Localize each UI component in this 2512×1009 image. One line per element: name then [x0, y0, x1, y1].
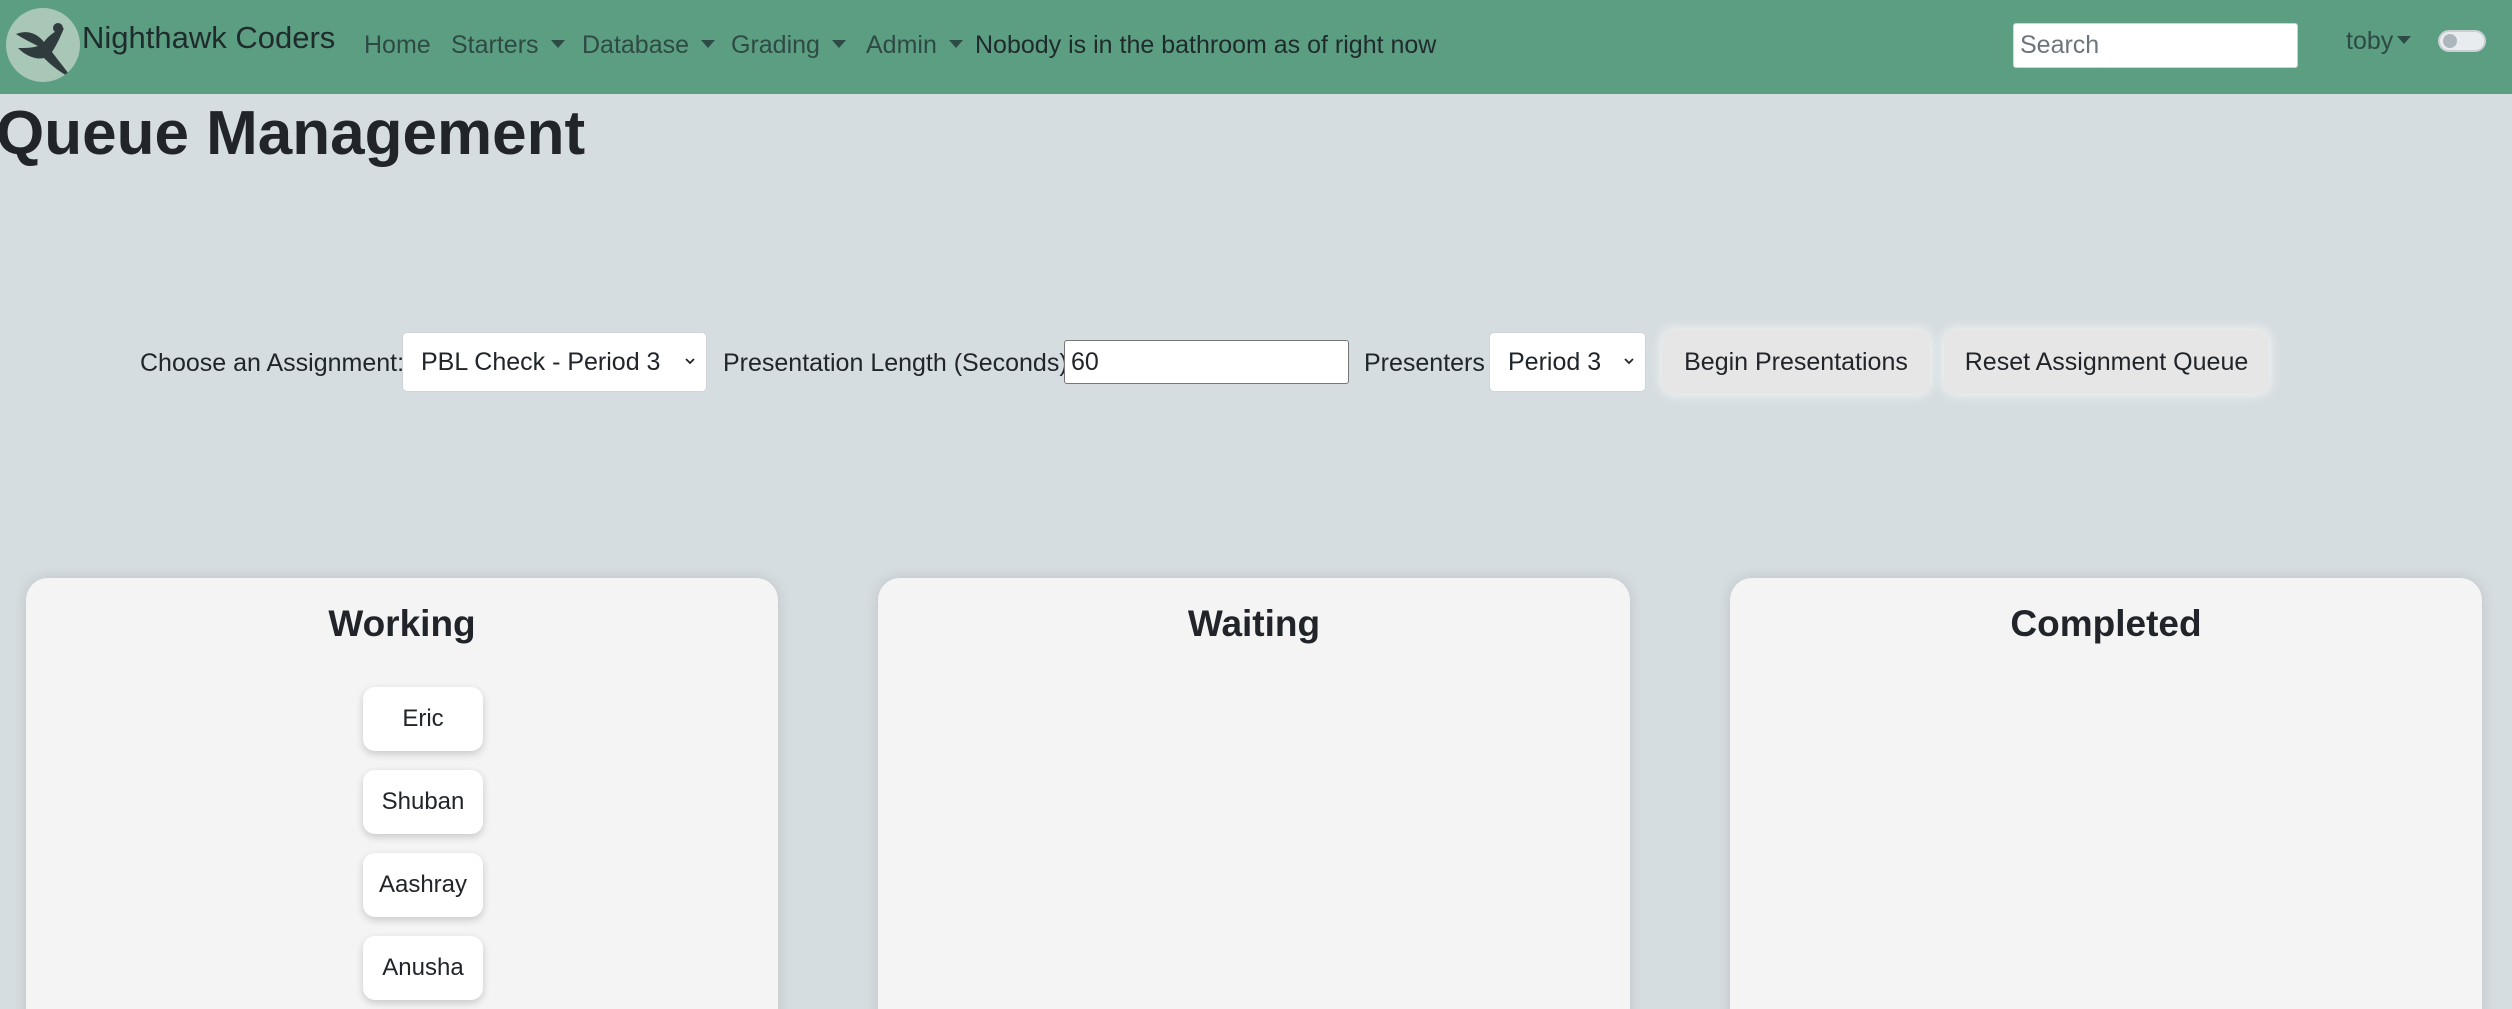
chevron-down-icon — [1624, 358, 1634, 365]
nav-database-dropdown[interactable]: Database — [582, 31, 716, 60]
waiting-column-title: Waiting — [1187, 603, 1321, 644]
presenters-selected-value: Period 3 — [1508, 348, 1602, 376]
page-title: Queue Management — [0, 99, 586, 168]
presentation-length-label: Presentation Length (Seconds): — [723, 349, 1075, 377]
waiting-column: Waiting — [878, 578, 1630, 1009]
bathroom-status: Nobody is in the bathroom as of right no… — [975, 31, 1437, 59]
reset-queue-button[interactable]: Reset Assignment Queue — [1944, 330, 2269, 394]
user-dropdown[interactable]: toby — [2346, 27, 2412, 56]
presenters-select[interactable]: Period 3 — [1489, 332, 1646, 392]
nav-admin-dropdown[interactable]: Admin — [866, 31, 963, 60]
completed-column-title: Completed — [2010, 603, 2202, 644]
queue-card[interactable]: Aashray — [363, 853, 483, 917]
begin-presentations-button[interactable]: Begin Presentations — [1662, 330, 1930, 394]
working-column-title: Working — [328, 603, 476, 644]
nighthawk-logo-icon[interactable] — [6, 8, 80, 82]
search-input[interactable] — [2013, 23, 2298, 68]
completed-column: Completed — [1730, 578, 2482, 1009]
chevron-down-icon — [701, 40, 716, 49]
navbar: Nighthawk Coders Home Starters Database … — [0, 0, 2512, 94]
presenters-label: Presenters — [1364, 349, 1485, 377]
nav-starters-dropdown[interactable]: Starters — [451, 31, 565, 60]
brand-name[interactable]: Nighthawk Coders — [82, 20, 335, 56]
toggle-knob — [2443, 34, 2457, 48]
chevron-down-icon — [2397, 36, 2412, 45]
queue-card[interactable]: Eric — [363, 687, 483, 751]
nav-home[interactable]: Home — [364, 31, 431, 60]
chevron-down-icon — [685, 358, 695, 365]
chevron-down-icon — [550, 40, 565, 49]
working-column: Working Eric Shuban Aashray Anusha — [26, 578, 778, 1009]
assignment-select[interactable]: PBL Check - Period 3 — [402, 332, 707, 392]
chevron-down-icon — [948, 40, 963, 49]
queue-card[interactable]: Anusha — [363, 936, 483, 1000]
queue-card[interactable]: Shuban — [363, 770, 483, 834]
presentation-length-input[interactable] — [1064, 340, 1349, 384]
nav-grading-dropdown[interactable]: Grading — [731, 31, 846, 60]
assignment-selected-value: PBL Check - Period 3 — [421, 348, 661, 376]
theme-toggle[interactable] — [2438, 30, 2486, 52]
chevron-down-icon — [831, 40, 846, 49]
assignment-label: Choose an Assignment: — [140, 349, 405, 377]
